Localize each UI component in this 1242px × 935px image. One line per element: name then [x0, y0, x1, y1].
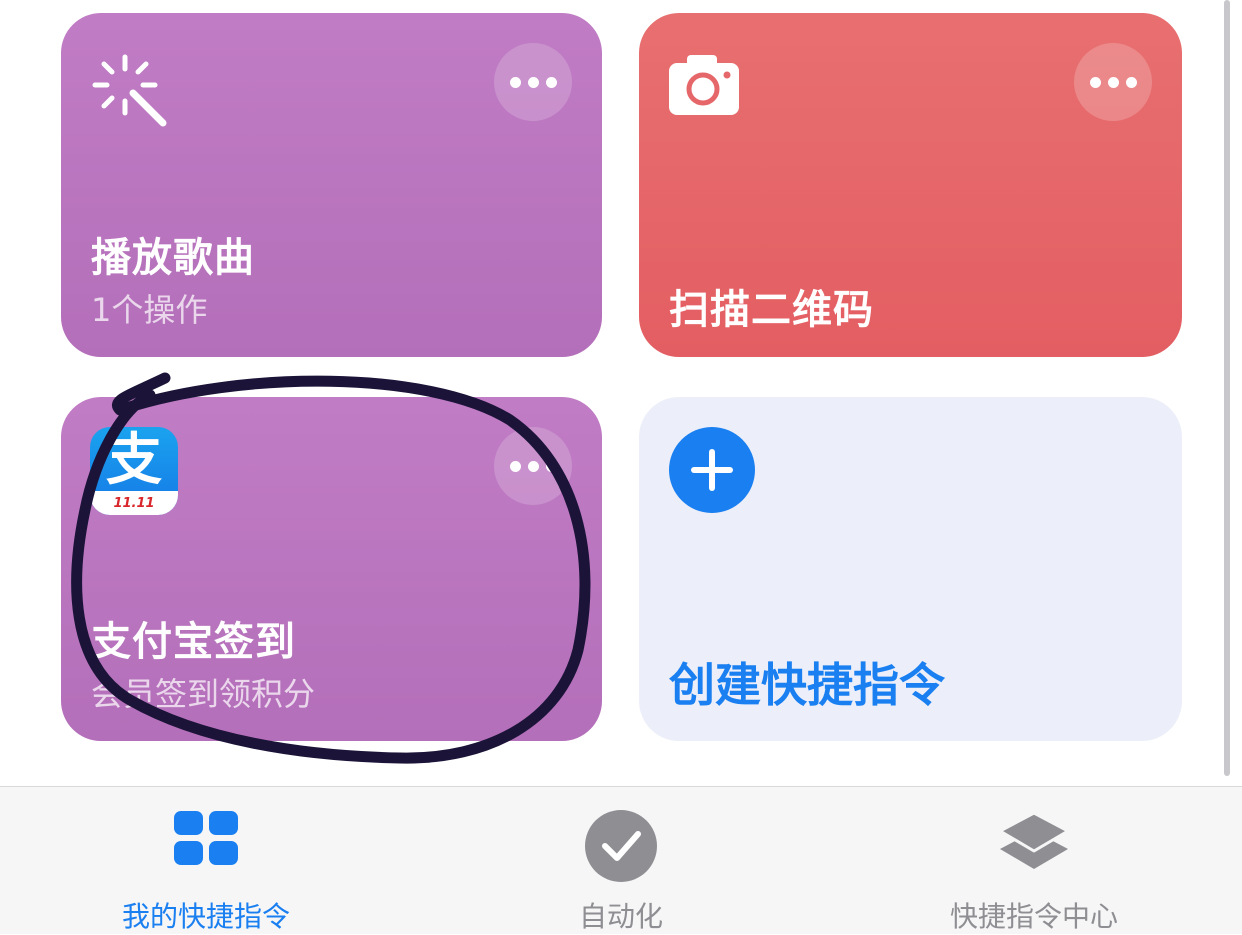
camera-icon: [667, 49, 743, 123]
checkmark-clock-icon: [584, 809, 658, 887]
more-button[interactable]: [494, 427, 572, 505]
ellipsis-icon: [509, 460, 557, 472]
tab-gallery[interactable]: 快捷指令中心: [884, 787, 1184, 935]
shortcut-subtitle: 1个操作: [91, 291, 208, 329]
shortcut-title: 播放歌曲: [91, 235, 255, 281]
tab-label: 我的快捷指令: [121, 900, 290, 933]
alipay-icon: 支 11.11: [90, 427, 178, 515]
magic-wand-icon: [89, 49, 173, 137]
more-button[interactable]: [1074, 43, 1152, 121]
alipay-icon-glyph: 支: [106, 428, 162, 493]
alipay-icon-badge: 11.11: [113, 496, 155, 511]
create-shortcut-card[interactable]: 创建快捷指令: [639, 397, 1182, 741]
tab-bar: 我的快捷指令 自动化 快捷指令中心: [0, 786, 1242, 934]
tab-my-shortcuts[interactable]: 我的快捷指令: [56, 787, 356, 935]
create-shortcut-label: 创建快捷指令: [669, 658, 945, 712]
grid-icon: [172, 809, 240, 871]
ellipsis-icon: [509, 76, 557, 88]
ellipsis-icon: [1089, 76, 1137, 88]
shortcut-card-play-song[interactable]: 播放歌曲 1个操作: [61, 13, 602, 357]
layers-icon: [998, 809, 1070, 879]
more-button[interactable]: [494, 43, 572, 121]
shortcut-card-scan-qr[interactable]: 扫描二维码: [639, 13, 1182, 357]
tab-automation[interactable]: 自动化: [471, 787, 771, 935]
tab-label: 自动化: [578, 900, 663, 933]
shortcut-title: 支付宝签到: [91, 619, 296, 665]
scrollbar[interactable]: [1224, 0, 1230, 776]
tab-label: 快捷指令中心: [949, 900, 1118, 933]
shortcut-card-alipay-checkin[interactable]: 支 11.11 支付宝签到 会员签到领积分: [61, 397, 602, 741]
shortcut-subtitle: 会员签到领积分: [91, 675, 316, 713]
plus-icon: [669, 427, 755, 513]
shortcut-title: 扫描二维码: [669, 287, 874, 333]
